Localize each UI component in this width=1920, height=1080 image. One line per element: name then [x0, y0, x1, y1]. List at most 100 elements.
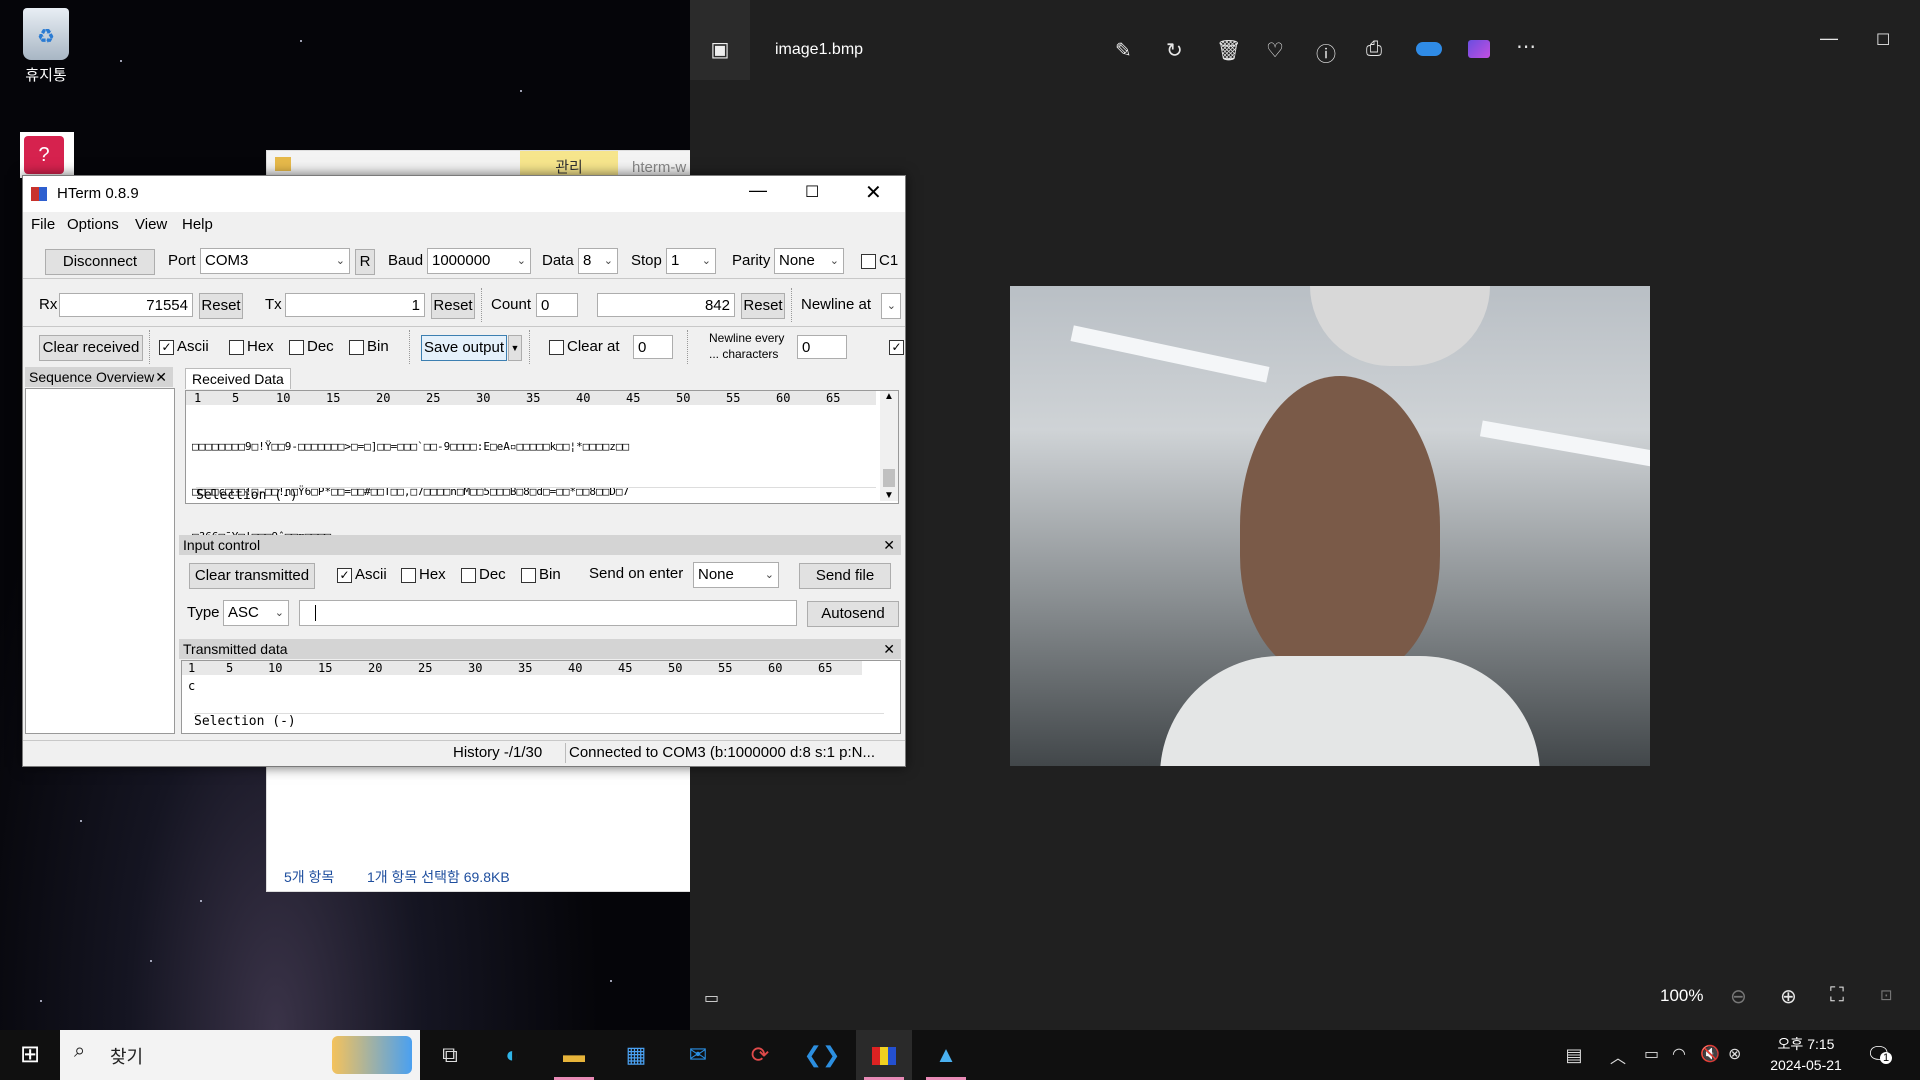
- actual-size-icon[interactable]: ⊡: [1880, 986, 1893, 1004]
- maximize-icon[interactable]: ☐: [805, 182, 819, 202]
- menu-help[interactable]: Help: [182, 216, 213, 233]
- rx-reset-button[interactable]: Reset: [199, 293, 243, 319]
- hterm-taskbar-button[interactable]: [856, 1030, 912, 1080]
- received-data-tab[interactable]: Received Data: [185, 368, 291, 389]
- zoom-out-icon[interactable]: ⊖: [1730, 984, 1747, 1009]
- clear-received-button[interactable]: Clear received: [39, 335, 143, 361]
- tx-bin-checkbox[interactable]: [521, 568, 536, 583]
- c1-checkbox[interactable]: [861, 254, 876, 269]
- clear-at-checkbox[interactable]: [549, 340, 564, 355]
- delete-icon[interactable]: 🗑: [1216, 38, 1241, 63]
- save-output-dropdown[interactable]: ▼: [508, 335, 522, 361]
- info-icon[interactable]: ⓘ: [1316, 38, 1336, 67]
- clear-at-label: Clear at: [567, 338, 620, 355]
- sync-app-button[interactable]: ⟳: [732, 1030, 788, 1080]
- rx-hex-checkbox[interactable]: [229, 340, 244, 355]
- received-scrollbar[interactable]: ▲ ▼: [880, 391, 898, 501]
- close-icon[interactable]: ✕: [865, 180, 882, 205]
- baud-select[interactable]: 1000000 ⌄: [427, 248, 531, 274]
- hterm-icon: [872, 1047, 896, 1066]
- onedrive-icon[interactable]: [1416, 42, 1442, 56]
- data-bits-select[interactable]: 8 ⌄: [578, 248, 618, 274]
- send-on-enter-select[interactable]: None ⌄: [693, 562, 779, 588]
- app-shortcut[interactable]: ?: [20, 132, 74, 178]
- fit-window-icon[interactable]: ⛶: [1830, 984, 1844, 1007]
- vscode-button[interactable]: ❮❯: [794, 1030, 850, 1080]
- newline-every-spinner[interactable]: 0: [797, 335, 847, 359]
- photos-taskbar-button[interactable]: ▲: [918, 1030, 974, 1080]
- chevron-down-icon[interactable]: ▼: [880, 490, 898, 501]
- extra-checkbox[interactable]: ✓: [889, 340, 904, 355]
- news-widget-button[interactable]: ▤: [1546, 1030, 1602, 1080]
- edge-button[interactable]: ◐: [484, 1030, 540, 1080]
- stop-bits-select[interactable]: 1 ⌄: [666, 248, 716, 274]
- battery-icon[interactable]: ▭: [1644, 1044, 1659, 1064]
- explorer-title: hterm-w: [632, 159, 687, 176]
- autosend-button[interactable]: Autosend: [807, 601, 899, 627]
- close-icon[interactable]: ✕: [155, 367, 167, 387]
- refresh-ports-button[interactable]: R: [355, 249, 375, 275]
- minimize-icon[interactable]: —: [1820, 28, 1838, 49]
- rotate-icon[interactable]: ↻: [1166, 38, 1183, 63]
- more-icon[interactable]: ⋯: [1516, 34, 1538, 59]
- task-view-button[interactable]: ⧉: [422, 1030, 478, 1080]
- menu-options[interactable]: Options: [67, 216, 119, 233]
- tx-dec-checkbox[interactable]: [461, 568, 476, 583]
- rx-dec-checkbox[interactable]: [289, 340, 304, 355]
- save-output-button[interactable]: Save output: [421, 335, 507, 361]
- count-field: 842: [597, 293, 735, 317]
- clear-transmitted-button[interactable]: Clear transmitted: [189, 563, 315, 589]
- speaker-muted-icon[interactable]: 🔇: [1700, 1044, 1720, 1064]
- photo-filename: image1.bmp: [775, 41, 864, 58]
- print-icon[interactable]: ⎙: [1366, 38, 1382, 61]
- close-icon[interactable]: ✕: [883, 535, 895, 555]
- menu-view[interactable]: View: [135, 216, 167, 233]
- tx-reset-button[interactable]: Reset: [431, 293, 475, 319]
- clear-at-spinner[interactable]: 0: [633, 335, 673, 359]
- edge-icon: ◐: [505, 1042, 519, 1067]
- video-editor-icon[interactable]: [1468, 40, 1490, 58]
- newline-at-select[interactable]: ⌄: [881, 293, 901, 319]
- disconnect-button[interactable]: Disconnect: [45, 249, 155, 275]
- type-select[interactable]: ASC ⌄: [223, 600, 289, 626]
- filmstrip-icon[interactable]: ▭: [704, 988, 719, 1008]
- tx-hex-checkbox[interactable]: [401, 568, 416, 583]
- transmitted-text[interactable]: c: [188, 679, 195, 693]
- maximize-icon[interactable]: ☐: [1876, 30, 1890, 50]
- minimize-icon[interactable]: —: [749, 180, 767, 201]
- wifi-icon[interactable]: ◠: [1672, 1044, 1686, 1064]
- search-highlight-icon: [332, 1036, 412, 1074]
- clock[interactable]: 오후 7:15 2024-05-21: [1766, 1034, 1846, 1073]
- send-input[interactable]: [299, 600, 797, 626]
- newline-at-label: Newline at: [801, 296, 872, 313]
- parity-select[interactable]: None ⌄: [774, 248, 844, 274]
- send-on-enter-label: Send on enter: [589, 565, 684, 582]
- start-button[interactable]: ⊞: [2, 1030, 58, 1080]
- rx-bin-checkbox[interactable]: [349, 340, 364, 355]
- photos-gallery-button[interactable]: ▣: [690, 0, 750, 80]
- edit-icon[interactable]: ✎: [1115, 38, 1132, 63]
- chevron-up-icon[interactable]: ▲: [880, 391, 898, 402]
- count-reset-button[interactable]: Reset: [741, 293, 785, 319]
- received-line: □□□□□□□□9□!Ÿ□□9-□□□□□□□>□=□]□□=□□□`□□-9□…: [192, 440, 630, 453]
- zoom-in-icon[interactable]: ⊕: [1780, 984, 1797, 1009]
- menu-file[interactable]: File: [31, 216, 55, 233]
- taskbar-search-box[interactable]: ⌕ 찾기: [60, 1030, 420, 1080]
- recycle-bin-shortcut[interactable]: ♻ 휴지통: [6, 8, 86, 85]
- send-file-button[interactable]: Send file: [799, 563, 891, 589]
- file-explorer-button[interactable]: ▬: [546, 1030, 602, 1080]
- explorer-status-count: 5개 항목: [284, 869, 335, 885]
- store-button[interactable]: ▦: [608, 1030, 664, 1080]
- chevron-up-icon[interactable]: ︿: [1610, 1044, 1626, 1068]
- close-icon[interactable]: ✕: [883, 639, 895, 659]
- notification-center-button[interactable]: 🗨 1: [1866, 1042, 1893, 1067]
- no-input-icon[interactable]: ⊗: [1728, 1044, 1741, 1064]
- port-select[interactable]: COM3 ⌄: [200, 248, 350, 274]
- rx-ascii-checkbox[interactable]: ✓: [159, 340, 174, 355]
- count-spinner[interactable]: 0: [536, 293, 578, 317]
- mail-button[interactable]: ✉: [670, 1030, 726, 1080]
- explorer-quick-access-icon[interactable]: [275, 157, 291, 171]
- favorite-icon[interactable]: ♡: [1266, 38, 1284, 63]
- recycle-bin-label: 휴지통: [25, 67, 67, 84]
- tx-ascii-checkbox[interactable]: ✓: [337, 568, 352, 583]
